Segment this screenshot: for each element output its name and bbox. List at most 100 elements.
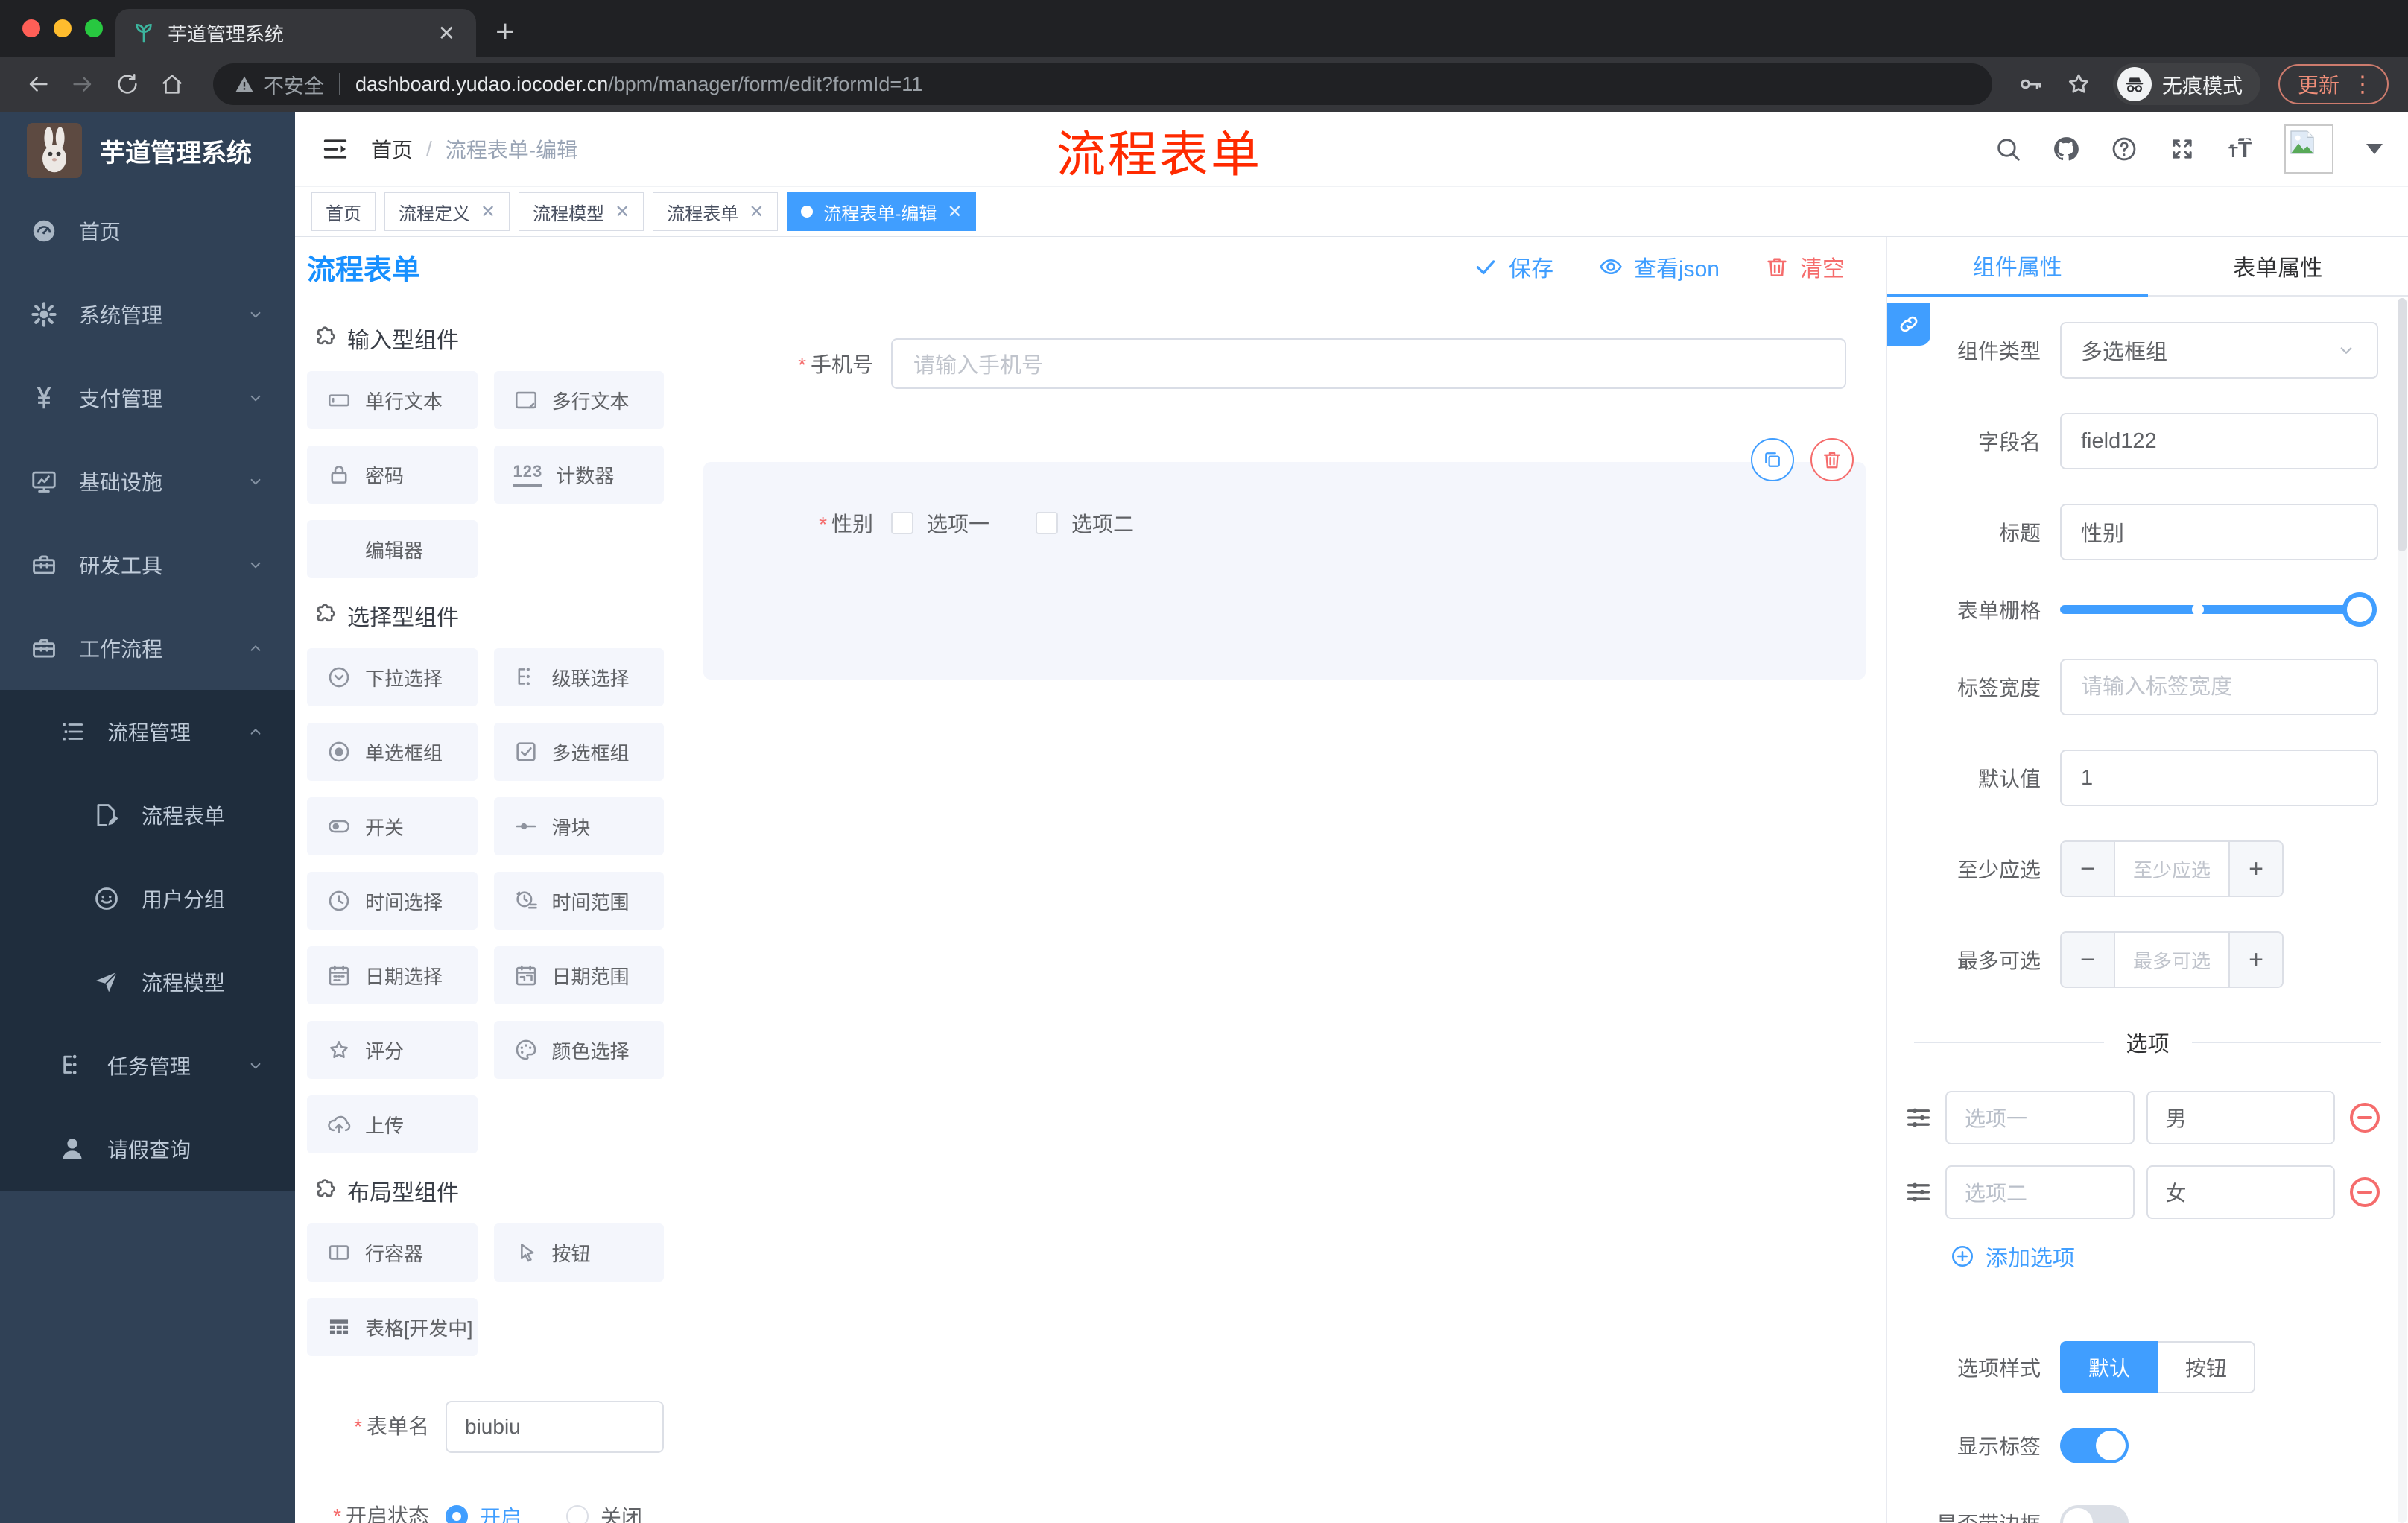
sidebar-item-payment[interactable]: 支付管理 [0, 356, 295, 440]
sidebar-item-devtools[interactable]: 研发工具 [0, 523, 295, 607]
sidebar-item-process-model[interactable]: 流程模型 [0, 940, 295, 1024]
address-bar[interactable]: 不安全 dashboard.yudao.iocoder.cn /bpm/mana… [213, 63, 1992, 105]
component-chip-select[interactable]: 下拉选择 [307, 648, 478, 706]
canvas-field-phone[interactable]: * 手机号 请输入手机号 [703, 338, 1867, 389]
sidebar-item-process-manage[interactable]: 流程管理 [0, 690, 295, 773]
component-chip-date[interactable]: 日期选择 [307, 946, 478, 1004]
view-json-button[interactable]: 查看json [1598, 250, 1720, 283]
component-chip-row[interactable]: 行容器 [307, 1223, 478, 1282]
component-chip-multi-text[interactable]: 多行文本 [493, 371, 664, 429]
canvas-field-gender-selected[interactable]: * 性别 选项一 选项二 [703, 438, 1866, 680]
min-select-placeholder[interactable]: 至少应选 [2115, 842, 2228, 896]
duplicate-component-button[interactable] [1751, 438, 1794, 481]
home-button[interactable] [153, 66, 191, 103]
scrollbar-thumb[interactable] [2398, 298, 2407, 551]
help-icon[interactable] [2110, 135, 2138, 163]
component-chip-time[interactable]: 时间选择 [307, 872, 478, 930]
stepper-increase-button[interactable]: + [2228, 842, 2282, 896]
tab-form-props[interactable]: 表单属性 [2148, 237, 2408, 295]
tag-close-icon[interactable]: ✕ [749, 201, 764, 223]
forward-button[interactable] [64, 66, 101, 103]
breadcrumb-home[interactable]: 首页 [371, 134, 413, 164]
sidebar-item-system[interactable]: 系统管理 [0, 273, 295, 356]
component-chip-counter[interactable]: 123 计数器 [493, 446, 664, 504]
tag-process-model[interactable]: 流程模型 ✕ [519, 192, 644, 231]
tab-close-icon[interactable]: ✕ [434, 21, 460, 45]
style-default-button[interactable]: 默认 [2060, 1341, 2159, 1393]
remove-option-icon[interactable] [2347, 1174, 2383, 1210]
browser-menu-icon[interactable]: ⋮ [2351, 72, 2374, 98]
back-button[interactable] [19, 66, 57, 103]
sidebar-item-home[interactable]: 首页 [0, 189, 295, 273]
tag-process-form-edit[interactable]: 流程表单-编辑 ✕ [787, 192, 977, 231]
sidebar-item-user-group[interactable]: 用户分组 [0, 857, 295, 940]
form-grid-slider[interactable] [2060, 592, 2377, 627]
field-name-input[interactable] [2060, 413, 2378, 469]
bookmark-star-icon[interactable] [2065, 71, 2092, 98]
tag-close-icon[interactable]: ✕ [947, 201, 962, 223]
option2-name-input[interactable]: 选项二 [1945, 1165, 2135, 1219]
minimize-window-button[interactable] [54, 19, 72, 37]
component-chip-radio-group[interactable]: 单选框组 [307, 723, 478, 781]
component-chip-single-text[interactable]: 单行文本 [307, 371, 478, 429]
style-button-button[interactable]: 按钮 [2158, 1341, 2256, 1393]
gender-checkbox-option2[interactable]: 选项二 [1036, 508, 1134, 538]
component-chip-color[interactable]: 颜色选择 [493, 1021, 664, 1079]
label-width-input[interactable] [2060, 659, 2378, 715]
add-option-button[interactable]: 添加选项 [1950, 1240, 2408, 1273]
component-type-select[interactable]: 多选框组 [2060, 322, 2378, 379]
status-radio-on[interactable]: 开启 [446, 1501, 522, 1523]
component-chip-time-range[interactable]: 时间范围 [493, 872, 664, 930]
phone-input[interactable]: 请输入手机号 [891, 338, 1846, 389]
sidebar-item-task-manage[interactable]: 任务管理 [0, 1024, 295, 1107]
option1-name-input[interactable]: 选项一 [1945, 1091, 2135, 1144]
slider-handle[interactable] [2342, 592, 2377, 627]
option1-value-input[interactable]: 男 [2146, 1091, 2335, 1144]
clear-button[interactable]: 清空 [1764, 250, 1845, 283]
stepper-increase-button[interactable]: + [2228, 933, 2282, 987]
search-icon[interactable] [1994, 135, 2022, 163]
fullscreen-icon[interactable] [2168, 135, 2196, 163]
avatar-caret-icon[interactable] [2366, 144, 2383, 154]
new-tab-button[interactable]: + [495, 13, 515, 51]
tag-close-icon[interactable]: ✕ [615, 201, 630, 223]
scrollbar-track[interactable] [2398, 298, 2407, 1523]
tag-process-definition[interactable]: 流程定义 ✕ [384, 192, 510, 231]
border-switch[interactable] [2060, 1505, 2129, 1523]
sidebar-item-process-form[interactable]: 流程表单 [0, 773, 295, 857]
form-name-input[interactable] [446, 1401, 664, 1453]
avatar[interactable] [2284, 124, 2333, 174]
close-window-button[interactable] [22, 19, 40, 37]
password-key-icon[interactable] [2018, 71, 2044, 98]
sidebar-toggle-icon[interactable] [320, 134, 350, 164]
component-chip-editor[interactable]: 编辑器 [307, 520, 478, 578]
maximize-window-button[interactable] [85, 19, 103, 37]
drag-handle-icon[interactable] [1904, 1103, 1933, 1133]
option2-value-input[interactable]: 女 [2146, 1165, 2335, 1219]
github-icon[interactable] [2052, 135, 2080, 163]
tag-process-form[interactable]: 流程表单 ✕ [653, 192, 779, 231]
stepper-decrease-button[interactable]: − [2062, 842, 2115, 896]
component-chip-date-range[interactable]: 日期范围 [493, 946, 664, 1004]
save-button[interactable]: 保存 [1473, 250, 1553, 283]
reload-button[interactable] [109, 66, 146, 103]
component-chip-rate[interactable]: 评分 [307, 1021, 478, 1079]
gender-checkbox-option1[interactable]: 选项一 [891, 508, 989, 538]
title-input[interactable] [2060, 504, 2378, 560]
link-tag-button[interactable] [1887, 303, 1930, 346]
update-button[interactable]: 更新 ⋮ [2278, 64, 2389, 104]
component-chip-cascader[interactable]: 级联选择 [493, 648, 664, 706]
component-chip-table[interactable]: 表格[开发中] [307, 1298, 478, 1356]
sidebar-item-infra[interactable]: 基础设施 [0, 440, 295, 523]
sidebar-item-workflow[interactable]: 工作流程 [0, 607, 295, 690]
browser-tab[interactable]: 芋道管理系统 ✕ [115, 9, 476, 57]
tag-home[interactable]: 首页 [311, 192, 376, 231]
remove-option-icon[interactable] [2347, 1100, 2383, 1136]
component-chip-upload[interactable]: 上传 [307, 1095, 478, 1153]
window-controls[interactable] [22, 19, 103, 37]
tag-close-icon[interactable]: ✕ [481, 201, 495, 223]
component-chip-checkbox-group[interactable]: 多选框组 [493, 723, 664, 781]
show-label-switch[interactable] [2060, 1428, 2129, 1463]
status-radio-off[interactable]: 关闭 [566, 1501, 642, 1523]
component-chip-switch[interactable]: 开关 [307, 797, 478, 855]
